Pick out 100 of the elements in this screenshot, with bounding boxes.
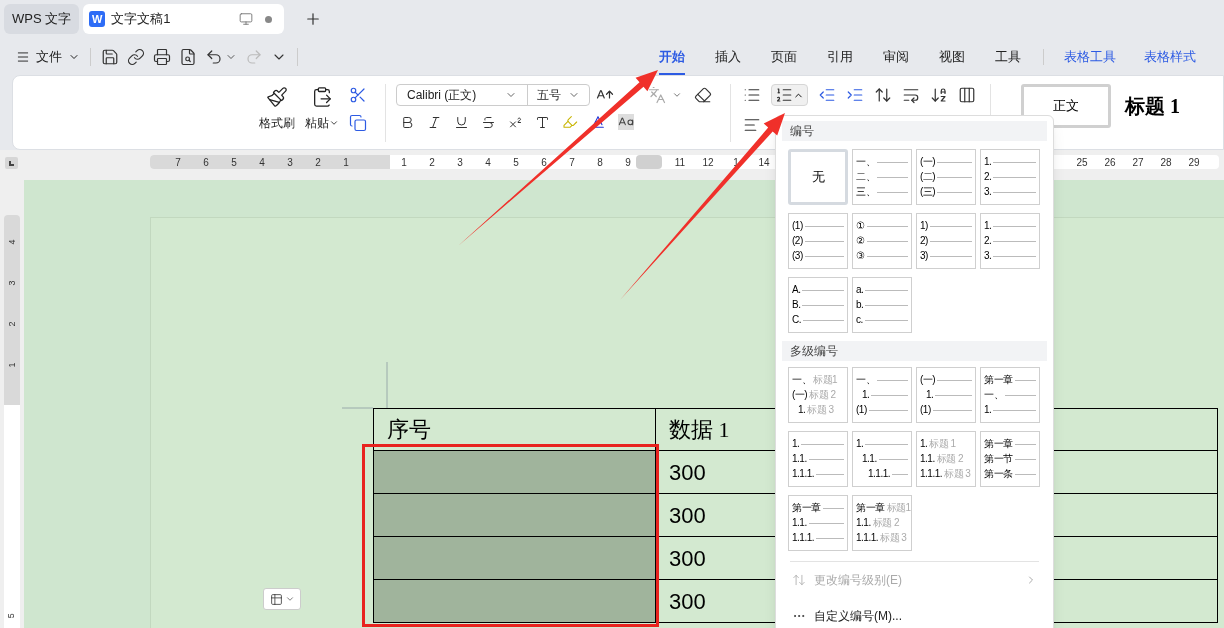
crop-mark [342, 362, 388, 409]
document-tab[interactable]: W 文字文稿1 [83, 4, 285, 34]
app-logo: W [89, 11, 106, 27]
heading-caption: 标题1 [813, 375, 838, 385]
ribbon-tab[interactable]: 视图 [939, 38, 965, 75]
numbering-button[interactable] [771, 84, 808, 106]
numbering-preset[interactable]: 第一章 1.1. 1.1.1. [788, 495, 848, 551]
ruler-number: 14 [757, 155, 771, 170]
section-header: 多级编号 [782, 341, 1047, 361]
bold-icon[interactable] [400, 114, 415, 130]
number-label: (一) [920, 157, 936, 167]
numbering-preset[interactable]: 第一章 一、 1. [980, 367, 1040, 423]
underline-icon[interactable] [454, 114, 469, 130]
number-label: 1.1. [792, 454, 807, 464]
document-title: 文字文稿1 [111, 10, 172, 29]
caret-icon[interactable] [672, 90, 682, 100]
app-tab[interactable]: WPS 文字 [4, 4, 80, 34]
menu-icon [16, 49, 30, 64]
vertical-ruler[interactable]: 4 3 2 1 [4, 215, 20, 405]
ribbon-tab[interactable]: 引用 [827, 38, 853, 75]
format-painter-button[interactable]: 格式刷 [259, 84, 295, 132]
ruler-number: 1 [342, 155, 350, 170]
number-label: ③ [856, 251, 865, 261]
section-header: 编号 [782, 121, 1047, 141]
monitor-icon[interactable] [239, 12, 254, 26]
increase-indent-icon[interactable] [846, 86, 864, 104]
ruler-number: 2 [314, 155, 322, 170]
text-direction-icon[interactable] [874, 86, 892, 104]
cut-icon[interactable] [349, 86, 367, 104]
save-icon[interactable] [101, 47, 119, 66]
number-label: 1. [856, 439, 864, 449]
decrease-indent-icon[interactable] [818, 86, 836, 104]
numbering-preset[interactable]: 1. 2. 3. [980, 149, 1040, 205]
print-preview-icon[interactable] [179, 47, 197, 66]
ribbon-tab[interactable]: 表格工具 [1064, 38, 1116, 75]
numbering-preset[interactable]: 1. 标题 1 1.1. 标题 2 1.1.1. 标题 3 [916, 431, 976, 487]
ruler-number: 8 [596, 155, 604, 170]
number-label: 1. [984, 157, 992, 167]
numbering-preset[interactable]: 一、 二、 三、 [852, 149, 912, 205]
numbering-preset[interactable]: 无 [788, 149, 848, 205]
number-label: 第一节 [984, 454, 1013, 464]
ruler-number: 4 [6, 239, 18, 245]
table-layout-button[interactable] [263, 588, 301, 610]
numbering-preset[interactable]: 1. 1.1. 1.1.1. [788, 431, 848, 487]
ruler-number: 5 [5, 612, 18, 618]
ribbon-tab[interactable]: 工具 [995, 38, 1021, 75]
ribbon-tab[interactable]: 插入 [715, 38, 741, 75]
numbering-preset[interactable]: 1) 2) 3) [916, 213, 976, 269]
number-label: 一、 [792, 375, 811, 385]
character-shading-icon[interactable] [618, 114, 634, 130]
text-effect-icon[interactable] [535, 114, 550, 130]
numbering-preset[interactable]: 1. 2. 3. [980, 213, 1040, 269]
ribbon-tab[interactable]: 审阅 [883, 38, 909, 75]
numbering-preset[interactable]: 第一章 标题1 1.1. 标题 2 1.1.1. 标题 3 [852, 495, 912, 551]
number-label: B. [792, 300, 801, 310]
strikethrough-icon[interactable] [481, 114, 496, 130]
italic-icon[interactable] [427, 114, 442, 130]
align-left-icon[interactable] [743, 116, 761, 134]
number-label: ② [856, 236, 865, 246]
ruler-number: 2 [428, 155, 436, 170]
numbering-preset[interactable]: (1) (2) (3) [788, 213, 848, 269]
superscript-icon[interactable] [508, 114, 523, 130]
numbering-preset[interactable]: ① ② ③ [852, 213, 912, 269]
sort-icon[interactable] [930, 86, 948, 104]
undo-icon[interactable] [205, 47, 223, 66]
number-label: A. [792, 285, 801, 295]
number-label: 1. [862, 390, 870, 400]
paste-button[interactable]: 粘贴 [305, 84, 339, 132]
ruler-number: 12 [701, 155, 715, 170]
ribbon-tab[interactable]: 表格样式 [1144, 38, 1196, 75]
numbering-preset[interactable]: 一、 标题1 (一) 标题 2 1. 标题 3 [788, 367, 848, 423]
paintbrush-icon [266, 86, 288, 108]
eraser-icon[interactable] [694, 86, 712, 104]
ruler-number: 28 [1159, 155, 1173, 170]
number-label: 第一章 [792, 503, 821, 513]
ruler-number: 9 [624, 155, 632, 170]
ruler-number: 3 [6, 280, 18, 286]
copy-icon[interactable] [349, 114, 367, 132]
print-icon[interactable] [153, 47, 171, 66]
numbering-preset[interactable]: A. B. C. [788, 277, 848, 333]
caret-icon [329, 118, 339, 128]
number-label: b. [856, 300, 864, 310]
link-icon[interactable] [127, 47, 145, 66]
numbering-preset[interactable]: 第一章 第一节 第一条 [980, 431, 1040, 487]
number-label: (二) [920, 172, 936, 182]
tab-stop-icon[interactable] [5, 157, 18, 169]
numbering-preset[interactable]: (一) 1. (1) [916, 367, 976, 423]
numbering-preset[interactable]: (一) (二) (三) [916, 149, 976, 205]
file-menu[interactable]: 文件 [16, 46, 80, 67]
numbering-preset[interactable]: 1. 1.1. 1.1.1. [852, 431, 912, 487]
number-label: 二、 [856, 172, 875, 182]
ruler-number: 1 [400, 155, 408, 170]
clipboard-icon [311, 86, 333, 108]
columns-icon[interactable] [958, 86, 976, 104]
numbering-preset[interactable]: a. b. c. [852, 277, 912, 333]
bullet-list-icon[interactable] [743, 86, 761, 104]
ribbon-tab[interactable]: 页面 [771, 38, 797, 75]
number-label: 1.1. [792, 518, 807, 528]
numbering-preset[interactable]: 一、 1. (1) [852, 367, 912, 423]
style-preset[interactable]: 标题 1 [1123, 84, 1182, 128]
